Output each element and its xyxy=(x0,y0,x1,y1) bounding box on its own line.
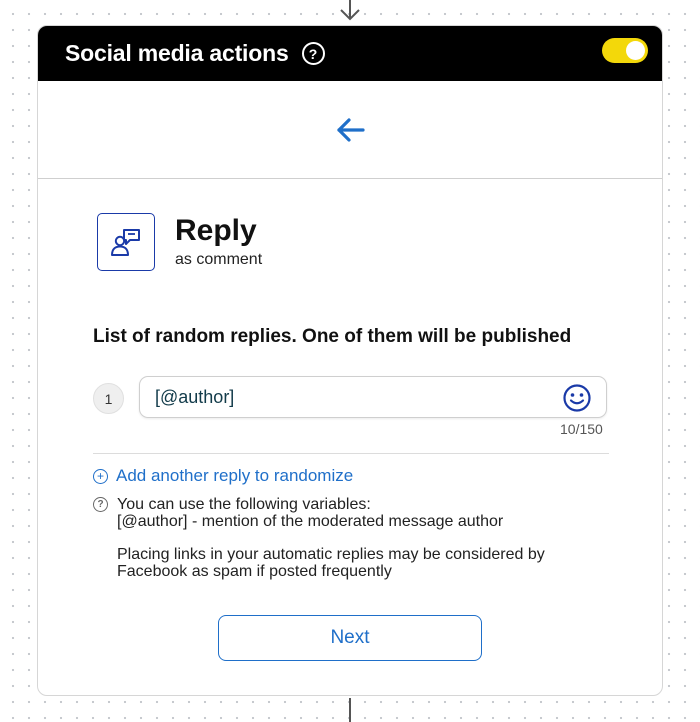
divider xyxy=(93,453,609,454)
card-header: Social media actions ? xyxy=(38,26,662,81)
info-line: [@author] - mention of the moderated mes… xyxy=(117,513,504,530)
variables-info: ? You can use the following variables: [… xyxy=(93,496,613,580)
card-title: Social media actions xyxy=(65,40,289,66)
character-counter: 10/150 xyxy=(560,421,603,437)
arrow-left-icon[interactable] xyxy=(335,117,365,143)
action-title: Reply xyxy=(175,214,257,247)
next-button[interactable]: Next xyxy=(218,615,482,661)
help-icon[interactable]: ? xyxy=(301,42,325,65)
enable-toggle[interactable] xyxy=(602,38,648,63)
action-subtitle: as comment xyxy=(175,251,263,268)
reply-number-badge: 1 xyxy=(93,383,124,414)
reply-comment-icon xyxy=(97,213,155,271)
reply-text-value[interactable]: [@author] xyxy=(155,387,234,408)
info-line: You can use the following variables: xyxy=(117,496,371,513)
info-line: Facebook as spam if posted frequently xyxy=(117,563,392,580)
replies-list-title: List of random replies. One of them will… xyxy=(93,326,572,347)
flow-connector-line xyxy=(349,698,351,722)
toggle-knob xyxy=(626,41,645,60)
emoji-icon[interactable] xyxy=(562,383,592,413)
info-line: Placing links in your automatic replies … xyxy=(117,546,545,563)
add-reply-label: Add another reply to randomize xyxy=(116,466,354,485)
social-media-actions-card: Social media actions ? Reply as comment … xyxy=(37,25,663,696)
flow-connector-arrow-icon xyxy=(340,0,360,21)
add-reply-link[interactable]: + Add another reply to randomize xyxy=(93,466,353,486)
plus-circle-icon: + xyxy=(93,468,108,484)
reply-row: 1 [@author] xyxy=(93,376,609,420)
back-row xyxy=(38,81,662,179)
question-circle-icon: ? xyxy=(93,497,108,512)
reply-text-field[interactable]: [@author] xyxy=(139,376,607,418)
action-header: Reply as comment xyxy=(97,213,262,271)
